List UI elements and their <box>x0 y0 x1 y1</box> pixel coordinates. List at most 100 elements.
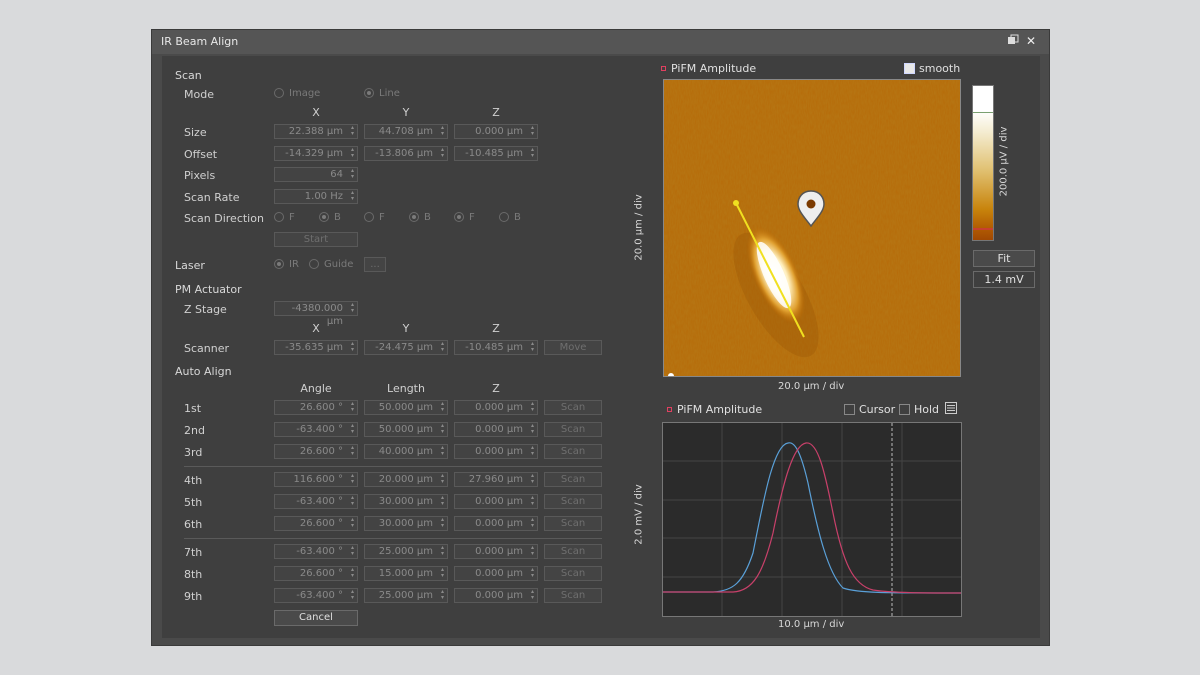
laser-section-title: Laser <box>175 259 205 272</box>
align-length-field[interactable]: 30.000 µm <box>364 516 448 531</box>
direction-3-b-radio[interactable]: B <box>499 212 521 223</box>
align-angle-field[interactable]: 26.600 ° <box>274 400 358 415</box>
line-start-handle[interactable] <box>733 200 739 206</box>
size-y-field[interactable]: 44.708 µm <box>364 124 448 139</box>
align-length-field[interactable]: 40.000 µm <box>364 444 448 459</box>
scanner-z-field[interactable]: -10.485 µm <box>454 340 538 355</box>
direction-3-f-radio[interactable]: F <box>454 212 475 223</box>
align-z-field[interactable]: 0.000 µm <box>454 566 538 581</box>
cursor-checkbox[interactable]: Cursor <box>844 403 895 416</box>
align-z-field[interactable]: 0.000 µm <box>454 494 538 509</box>
scan-rate-label: Scan Rate <box>184 191 240 204</box>
close-icon[interactable]: ✕ <box>1024 34 1038 48</box>
offset-x-field[interactable]: -14.329 µm <box>274 146 358 161</box>
align-angle-field[interactable]: 26.600 ° <box>274 444 358 459</box>
smooth-checkbox[interactable]: smooth <box>904 62 960 75</box>
align-length-field[interactable]: 15.000 µm <box>364 566 448 581</box>
laser-ir-radio[interactable]: IR <box>274 259 299 270</box>
image-view-title: PiFM Amplitude <box>661 62 756 75</box>
align-row-label: 6th <box>184 518 203 531</box>
align-angle-field[interactable]: -63.400 ° <box>274 588 358 603</box>
image-x-axis-label: 20.0 µm / div <box>778 381 845 392</box>
direction-1-f-radio[interactable]: F <box>274 212 295 223</box>
align-angle-field[interactable]: -63.400 ° <box>274 422 358 437</box>
mode-line-radio[interactable]: Line <box>364 88 400 99</box>
cursor-check-icon <box>844 404 855 415</box>
scan-direction-label: Scan Direction <box>184 212 264 225</box>
colorbar-lower-handle[interactable] <box>973 228 993 230</box>
align-header-angle: Angle <box>300 382 332 395</box>
cancel-button[interactable]: Cancel <box>274 610 358 626</box>
restore-icon[interactable] <box>1006 34 1020 48</box>
align-row-label: 8th <box>184 568 203 581</box>
move-button[interactable]: Move <box>544 340 602 355</box>
profile-plot[interactable] <box>662 422 962 617</box>
pifm-image[interactable] <box>663 79 961 377</box>
align-length-field[interactable]: 25.000 µm <box>364 544 448 559</box>
scan-header-z: Z <box>492 106 500 119</box>
align-row-label: 7th <box>184 546 203 559</box>
mode-image-radio[interactable]: Image <box>274 88 320 99</box>
hold-checkbox[interactable]: Hold <box>899 403 939 416</box>
align-angle-field[interactable]: 26.600 ° <box>274 516 358 531</box>
align-angle-field[interactable]: 26.600 ° <box>274 566 358 581</box>
ir-beam-align-window: IR Beam Align ✕ Scan Mode Image Line X Y… <box>151 29 1050 646</box>
align-z-field[interactable]: 0.000 µm <box>454 444 538 459</box>
scan-rate-field[interactable]: 1.00 Hz <box>274 189 358 204</box>
align-scan-button[interactable]: Scan <box>544 400 602 415</box>
align-angle-field[interactable]: -63.400 ° <box>274 544 358 559</box>
direction-2-f-radio[interactable]: F <box>364 212 385 223</box>
align-length-field[interactable]: 25.000 µm <box>364 588 448 603</box>
profile-view-title: PiFM Amplitude <box>667 403 762 416</box>
laser-more-button[interactable]: ... <box>364 257 386 272</box>
series-marker-icon <box>661 66 666 71</box>
laser-guide-radio[interactable]: Guide <box>309 259 353 270</box>
align-scan-button[interactable]: Scan <box>544 422 602 437</box>
offset-y-field[interactable]: -13.806 µm <box>364 146 448 161</box>
align-angle-field[interactable]: -63.400 ° <box>274 494 358 509</box>
offset-z-field[interactable]: -10.485 µm <box>454 146 538 161</box>
pixels-field[interactable]: 64 <box>274 167 358 182</box>
align-scan-button[interactable]: Scan <box>544 444 602 459</box>
auto-align-section-title: Auto Align <box>175 365 232 378</box>
align-divider <box>184 466 602 467</box>
scanner-y-field[interactable]: -24.475 µm <box>364 340 448 355</box>
profile-x-axis-label: 10.0 µm / div <box>778 619 845 630</box>
start-button[interactable]: Start <box>274 232 358 247</box>
align-z-field[interactable]: 0.000 µm <box>454 516 538 531</box>
align-length-field[interactable]: 50.000 µm <box>364 422 448 437</box>
align-scan-button[interactable]: Scan <box>544 588 602 603</box>
align-scan-button[interactable]: Scan <box>544 472 602 487</box>
smooth-check-icon <box>904 63 915 74</box>
table-icon[interactable] <box>945 402 957 417</box>
window-title: IR Beam Align <box>161 35 239 48</box>
profile-series-blue <box>663 442 962 594</box>
align-row-label: 1st <box>184 402 202 415</box>
align-scan-button[interactable]: Scan <box>544 494 602 509</box>
direction-1-b-radio[interactable]: B <box>319 212 341 223</box>
scan-section-title: Scan <box>175 69 202 82</box>
align-scan-button[interactable]: Scan <box>544 516 602 531</box>
align-z-field[interactable]: 27.960 µm <box>454 472 538 487</box>
align-scan-button[interactable]: Scan <box>544 544 602 559</box>
size-z-field[interactable]: 0.000 µm <box>454 124 538 139</box>
align-scan-button[interactable]: Scan <box>544 566 602 581</box>
align-length-field[interactable]: 50.000 µm <box>364 400 448 415</box>
z-stage-field[interactable]: -4380.000 µm <box>274 301 358 327</box>
align-z-field[interactable]: 0.000 µm <box>454 588 538 603</box>
profile-y-axis-label: 2.0 mV / div <box>633 484 645 545</box>
scanner-x-field[interactable]: -35.635 µm <box>274 340 358 355</box>
hold-check-icon <box>899 404 910 415</box>
align-length-field[interactable]: 30.000 µm <box>364 494 448 509</box>
align-z-field[interactable]: 0.000 µm <box>454 400 538 415</box>
size-x-field[interactable]: 22.388 µm <box>274 124 358 139</box>
fit-button[interactable]: Fit <box>973 250 1035 267</box>
colorbar[interactable] <box>972 85 994 241</box>
align-length-field[interactable]: 20.000 µm <box>364 472 448 487</box>
align-z-field[interactable]: 0.000 µm <box>454 544 538 559</box>
direction-2-b-radio[interactable]: B <box>409 212 431 223</box>
colorbar-upper-handle[interactable] <box>973 112 993 113</box>
align-angle-field[interactable]: 116.600 ° <box>274 472 358 487</box>
scanner-header-x: X <box>312 322 320 335</box>
align-z-field[interactable]: 0.000 µm <box>454 422 538 437</box>
